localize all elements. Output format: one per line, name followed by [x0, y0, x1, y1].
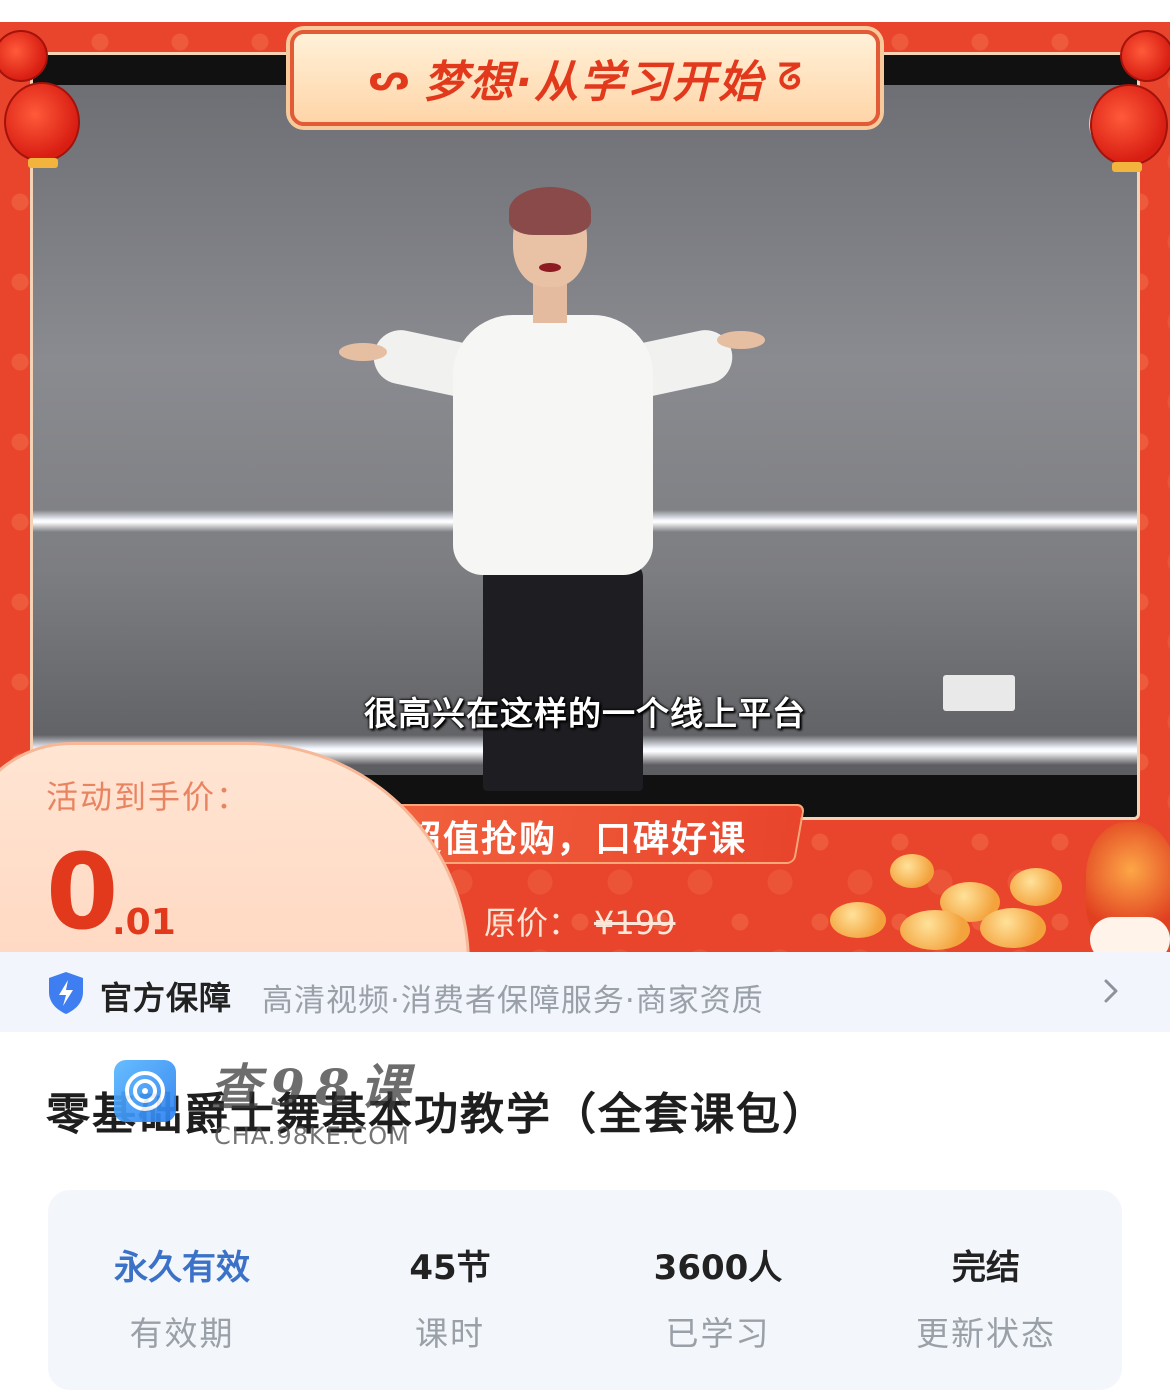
lantern-icon — [1090, 84, 1168, 166]
video-player[interactable]: 很高兴在这样的一个线上平台 — [30, 52, 1140, 820]
headline-text: 梦想·从学习开始 — [423, 57, 765, 108]
stat-label: 有效期 — [129, 1314, 235, 1353]
stat-validity: 永久有效 有效期 — [52, 1240, 312, 1355]
stat-label: 课时 — [415, 1314, 485, 1353]
stat-lessons: 45节 课时 — [320, 1240, 580, 1355]
stat-value: 完结 — [952, 1248, 1020, 1288]
guarantee-description: 高清视频·消费者保障服务·商家资质 — [262, 983, 764, 1019]
video-subtitle: 很高兴在这样的一个线上平台 — [364, 694, 806, 733]
stat-value: 45节 — [409, 1248, 491, 1288]
stat-label: 更新状态 — [916, 1314, 1056, 1353]
promo-text: 超值抢购，口碑好课 — [405, 819, 748, 860]
stat-update-status: 完结 更新状态 — [856, 1240, 1116, 1355]
stat-value: 永久有效 — [114, 1248, 250, 1288]
chevron-right-icon[interactable] — [1100, 976, 1122, 1006]
course-banner: 很高兴在这样的一个线上平台 ᔕ 梦想·从学习开始 ᘔ 超值抢购，口碑好课 活动到… — [0, 22, 1170, 952]
stat-learners: 3600人 已学习 — [588, 1240, 848, 1355]
gold-ingot-icon — [1010, 868, 1062, 906]
lantern-icon — [1120, 30, 1170, 82]
gold-ingot-icon — [830, 902, 886, 938]
stat-label: 已学习 — [665, 1314, 771, 1353]
gold-ingot-icon — [980, 908, 1046, 948]
video-frame-image: 很高兴在这样的一个线上平台 — [33, 85, 1137, 791]
original-price: 原价： ¥199 — [484, 898, 675, 944]
shield-lightning-icon — [49, 972, 83, 1014]
cloud-decoration-icon — [1090, 917, 1170, 952]
stat-value: 3600人 — [653, 1248, 783, 1288]
original-price-value: ¥199 — [594, 904, 676, 942]
swirl-decoration-icon: ᔕ — [368, 57, 410, 99]
activity-price-label: 活动到手价： — [46, 778, 251, 816]
headline-plaque: ᔕ 梦想·从学习开始 ᘔ — [290, 30, 880, 126]
activity-price-integer: 0 — [46, 831, 119, 952]
watermark-text: 查98课 — [210, 1058, 420, 1117]
original-price-label: 原价： — [484, 904, 581, 942]
gold-ingot-icon — [900, 910, 970, 950]
gold-coin-icon — [890, 854, 934, 888]
top-status-strip — [0, 0, 1170, 22]
swirl-decoration-icon: ᘔ — [778, 57, 802, 98]
watermark-logo-icon — [114, 1060, 176, 1122]
guarantee-title: 官方保障 — [100, 979, 233, 1017]
watermark-url: CHA.98KE.COM — [214, 1122, 410, 1150]
lantern-icon — [4, 82, 80, 162]
activity-price-decimal: .01 — [112, 902, 176, 943]
